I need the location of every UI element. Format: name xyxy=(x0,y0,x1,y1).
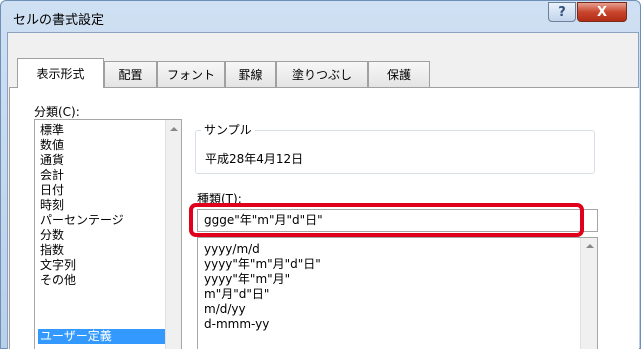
category-scrollbar[interactable] xyxy=(165,120,181,349)
list-item[interactable]: 通貨 xyxy=(38,153,166,168)
tab-label: 保護 xyxy=(386,68,411,82)
list-item[interactable]: 分数 xyxy=(38,228,166,243)
list-item[interactable]: 時刻 xyxy=(38,198,166,213)
list-item[interactable]: 数値 xyxy=(38,138,166,153)
scroll-up-icon[interactable] xyxy=(170,127,178,131)
tab-number-format[interactable]: 表示形式 xyxy=(17,58,104,88)
list-item[interactable]: m/d/yy xyxy=(204,302,246,317)
tab-alignment[interactable]: 配置 xyxy=(104,61,157,87)
tab-label: 表示形式 xyxy=(36,67,85,81)
title-bar[interactable]: セルの書式設定 ? X xyxy=(1,1,641,33)
tab-label: フォント xyxy=(166,68,215,82)
category-label: 分類(C): xyxy=(34,105,80,119)
tab-label: 罫線 xyxy=(238,68,263,82)
list-item-selected[interactable]: ユーザー定義 xyxy=(38,329,166,344)
list-item[interactable]: 標準 xyxy=(38,123,166,138)
tab-protection[interactable]: 保護 xyxy=(368,61,430,87)
category-list[interactable]: 標準 数値 通貨 会計 日付 時刻 パーセンテージ 分数 指数 文字列 その他 … xyxy=(34,119,182,349)
list-item[interactable]: yyyy"年"m"月"d"日" xyxy=(204,257,321,272)
list-item[interactable]: yyyy/m/d xyxy=(204,242,260,257)
highlight-box xyxy=(189,203,584,237)
tab-font[interactable]: フォント xyxy=(157,61,225,87)
help-icon: ? xyxy=(558,4,566,20)
list-item[interactable]: 日付 xyxy=(38,183,166,198)
list-item[interactable]: m"月"d"日" xyxy=(204,287,269,302)
list-item[interactable]: その他 xyxy=(38,273,166,288)
format-scrollbar[interactable] xyxy=(580,238,597,349)
tab-border[interactable]: 罫線 xyxy=(225,61,276,87)
list-item[interactable]: d-mmm-yy xyxy=(204,317,269,332)
tab-label: 塗りつぶし xyxy=(291,68,353,82)
list-item[interactable]: 指数 xyxy=(38,243,166,258)
list-item[interactable]: 文字列 xyxy=(38,258,166,273)
tab-fill[interactable]: 塗りつぶし xyxy=(276,61,368,87)
sample-label: サンプル xyxy=(201,121,255,138)
close-button[interactable]: X xyxy=(577,2,627,22)
tab-label: 配置 xyxy=(118,68,143,82)
list-item[interactable]: パーセンテージ xyxy=(38,213,166,228)
close-icon: X xyxy=(596,4,608,20)
dialog-title: セルの書式設定 xyxy=(13,13,105,28)
list-item[interactable]: 会計 xyxy=(38,168,166,183)
scroll-up-icon[interactable] xyxy=(586,244,594,248)
format-list[interactable]: yyyy/m/d yyyy"年"m"月"d"日" yyyy"年"m"月" m"月… xyxy=(197,237,598,349)
sample-value: 平成28年4月12日 xyxy=(205,152,304,166)
help-button[interactable]: ? xyxy=(548,2,576,22)
list-item[interactable]: yyyy"年"m"月" xyxy=(204,272,290,287)
